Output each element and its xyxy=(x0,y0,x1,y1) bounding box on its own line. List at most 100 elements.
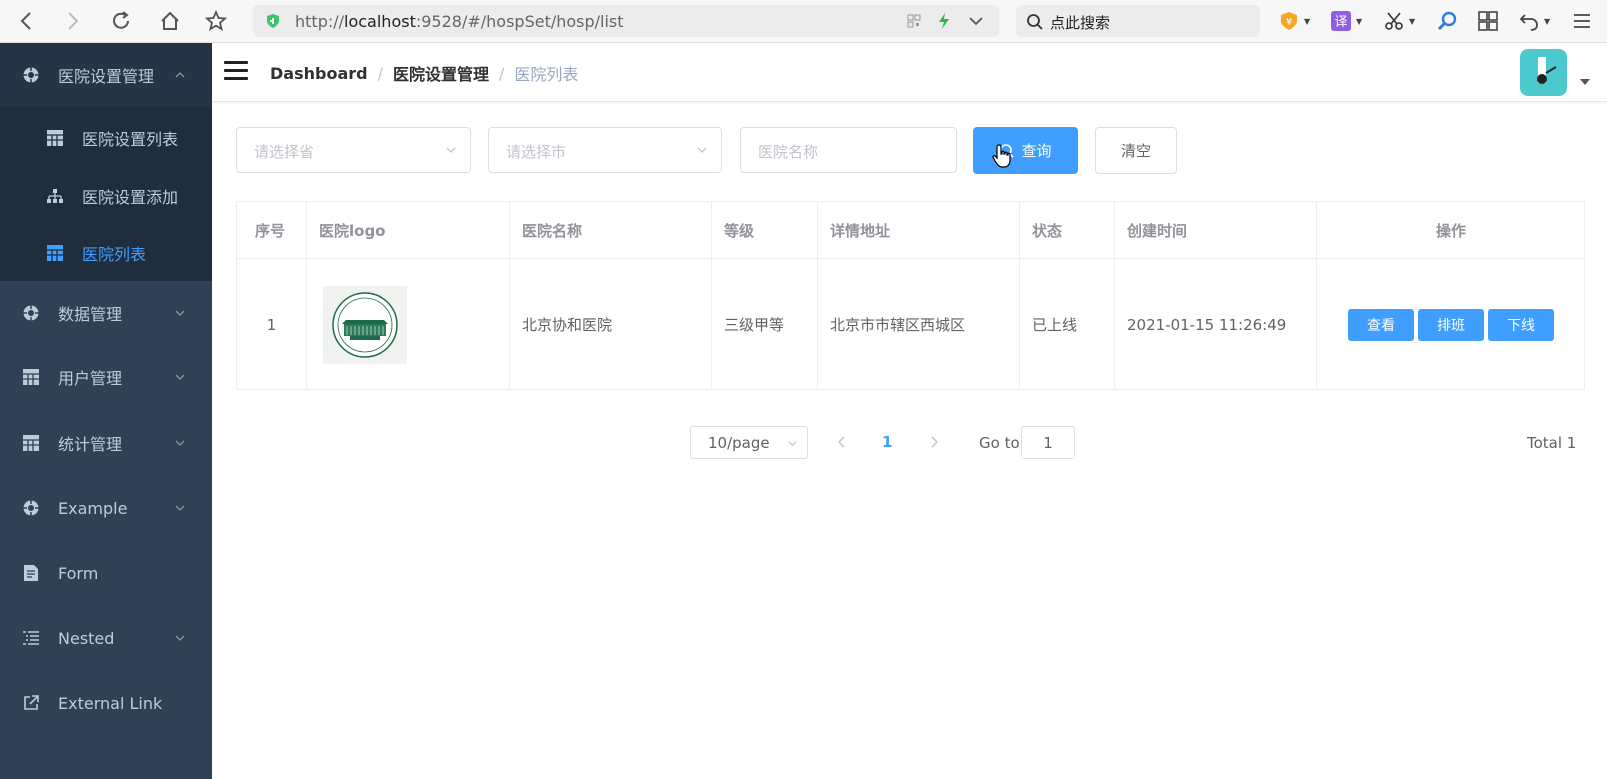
prev-page-icon[interactable] xyxy=(836,435,848,449)
column-header: 操作 xyxy=(1317,202,1585,259)
submenu-hospital-settings: 医院设置列表 医院设置添加 医院列表 xyxy=(0,107,212,281)
sidebar-item-label: Example xyxy=(58,498,128,518)
magnifier-button[interactable] xyxy=(1436,9,1458,33)
svg-text:¥: ¥ xyxy=(1286,17,1292,28)
caret-down-icon[interactable] xyxy=(1580,79,1590,85)
back-icon[interactable] xyxy=(13,8,39,34)
browser-toolbar: http://localhost:9528/#/hospSet/hosp/lis… xyxy=(0,0,1607,43)
sidebar-item-hospital-list[interactable]: 医院列表 xyxy=(0,224,212,282)
cell-logo xyxy=(307,259,510,390)
offline-button[interactable]: 下线 xyxy=(1488,308,1554,341)
sidebar-item-nested[interactable]: Nested xyxy=(0,606,212,670)
extension-translate[interactable]: 译 ▼ xyxy=(1330,9,1362,33)
breadcrumb: Dashboard / 医院设置管理 / 医院列表 xyxy=(270,61,578,85)
reload-icon[interactable] xyxy=(108,8,134,34)
column-header: 医院名称 xyxy=(510,202,712,259)
search-placeholder: 点此搜索 xyxy=(1050,14,1111,32)
page-number-current[interactable]: 1 xyxy=(882,433,892,451)
breadcrumb-item-hospital-settings[interactable]: 医院设置管理 xyxy=(393,61,489,85)
sidebar-item-data-management[interactable]: 数据管理 xyxy=(0,281,212,345)
gear-icon xyxy=(22,66,40,84)
external-link-icon xyxy=(22,694,40,712)
lightning-icon[interactable] xyxy=(936,13,952,29)
sidebar-item-hospital-set-list[interactable]: 医院设置列表 xyxy=(0,109,212,167)
province-select[interactable]: 请选择省 xyxy=(236,127,471,173)
goto-label: Go to xyxy=(979,434,1020,452)
clear-button[interactable]: 清空 xyxy=(1095,127,1177,174)
chevron-down-icon xyxy=(788,441,797,447)
sidebar-item-label: 数据管理 xyxy=(58,305,123,324)
chevron-down-icon[interactable] xyxy=(968,13,984,29)
search-icon xyxy=(1026,13,1044,35)
breadcrumb-item-current: 医院列表 xyxy=(514,65,579,84)
chevron-down-icon xyxy=(446,147,456,153)
sidebar-item-external-link[interactable]: External Link xyxy=(0,671,212,735)
chevron-down-icon xyxy=(175,635,185,641)
address-bar[interactable]: http://localhost:9528/#/hospSet/hosp/lis… xyxy=(253,5,999,37)
extension-scissors[interactable]: ▼ xyxy=(1383,9,1415,33)
hospital-table: 序号 医院logo 医院名称 等级 详情地址 状态 创建时间 操作 1 北京协和… xyxy=(236,201,1585,390)
nested-icon xyxy=(22,629,40,647)
table-icon xyxy=(22,434,40,452)
sidebar-item-label: 医院设置添加 xyxy=(82,188,179,207)
cell-hospital-name: 北京协和医院 xyxy=(510,259,712,390)
sidebar: 医院设置管理 医院设置列表 医院设置添加 医院列表 数据管理 用户管理 统计管理… xyxy=(0,43,212,779)
caret-down-icon: ▼ xyxy=(1356,16,1363,26)
forward-icon[interactable] xyxy=(60,8,86,34)
city-select[interactable]: 请选择市 xyxy=(488,127,722,173)
secure-shield-icon xyxy=(265,13,281,29)
cell-index: 1 xyxy=(237,259,307,390)
svg-text:译: 译 xyxy=(1334,15,1347,30)
caret-down-icon: ▼ xyxy=(1304,16,1311,26)
star-icon[interactable] xyxy=(203,8,229,34)
sidebar-item-label: 统计管理 xyxy=(58,435,123,454)
next-page-icon[interactable] xyxy=(928,435,940,449)
undo-button[interactable]: ▼ xyxy=(1518,9,1550,33)
grid-icon xyxy=(1478,11,1498,31)
browser-search-input[interactable]: 点此搜索 xyxy=(1016,5,1260,37)
translate-icon: 译 xyxy=(1331,11,1351,31)
sidebar-item-user-management[interactable]: 用户管理 xyxy=(0,345,212,409)
extension-coin[interactable]: ¥ ▼ xyxy=(1278,9,1310,33)
avatar[interactable] xyxy=(1520,49,1567,96)
page-size-select[interactable]: 10/page xyxy=(690,426,808,459)
sidebar-item-hospital-settings[interactable]: 医院设置管理 xyxy=(0,43,212,107)
scissors-icon xyxy=(1385,12,1403,30)
sidebar-item-label: 医院设置列表 xyxy=(82,130,179,149)
goto-page-input[interactable]: 1 xyxy=(1021,426,1075,459)
gear-icon xyxy=(22,499,40,517)
undo-icon xyxy=(1519,14,1538,31)
sidebar-item-hospital-set-add[interactable]: 医院设置添加 xyxy=(0,167,212,225)
coin-icon: ¥ xyxy=(1281,12,1297,30)
qr-code-icon[interactable] xyxy=(906,13,922,29)
sidebar-item-statistics[interactable]: 统计管理 xyxy=(0,411,212,475)
navbar: Dashboard / 医院设置管理 / 医院列表 xyxy=(212,43,1607,102)
column-header: 创建时间 xyxy=(1115,202,1317,259)
magnifier-icon xyxy=(1437,11,1457,31)
hospital-logo-image xyxy=(323,285,407,364)
tree-icon xyxy=(46,187,64,205)
sidebar-item-form[interactable]: Form xyxy=(0,541,212,605)
sidebar-item-label: Nested xyxy=(58,628,115,648)
column-header: 序号 xyxy=(237,202,307,259)
url-text: http://localhost:9528/#/hospSet/hosp/lis… xyxy=(295,12,624,31)
cell-created-time: 2021-01-15 11:26:49 xyxy=(1115,259,1317,390)
apps-button[interactable] xyxy=(1477,9,1499,33)
schedule-button[interactable]: 排班 xyxy=(1418,308,1484,341)
breadcrumb-item-dashboard[interactable]: Dashboard xyxy=(270,64,368,83)
sidebar-item-label: 用户管理 xyxy=(58,369,123,388)
cell-address: 北京市市辖区西城区 xyxy=(818,259,1020,390)
view-button[interactable]: 查看 xyxy=(1348,308,1414,341)
menu-button[interactable] xyxy=(1572,9,1592,33)
sidebar-item-label: External Link xyxy=(58,693,163,713)
search-button[interactable]: 查询 xyxy=(973,127,1078,174)
menu-icon xyxy=(1574,14,1590,28)
home-icon[interactable] xyxy=(157,8,183,34)
hamburger-icon[interactable] xyxy=(224,61,248,83)
sidebar-item-label: 医院列表 xyxy=(82,245,147,264)
chevron-down-icon xyxy=(175,374,185,380)
hospital-name-input[interactable]: 医院名称 xyxy=(740,127,957,173)
caret-down-icon: ▼ xyxy=(1544,16,1551,26)
chevron-down-icon xyxy=(175,505,185,511)
sidebar-item-example[interactable]: Example xyxy=(0,476,212,540)
